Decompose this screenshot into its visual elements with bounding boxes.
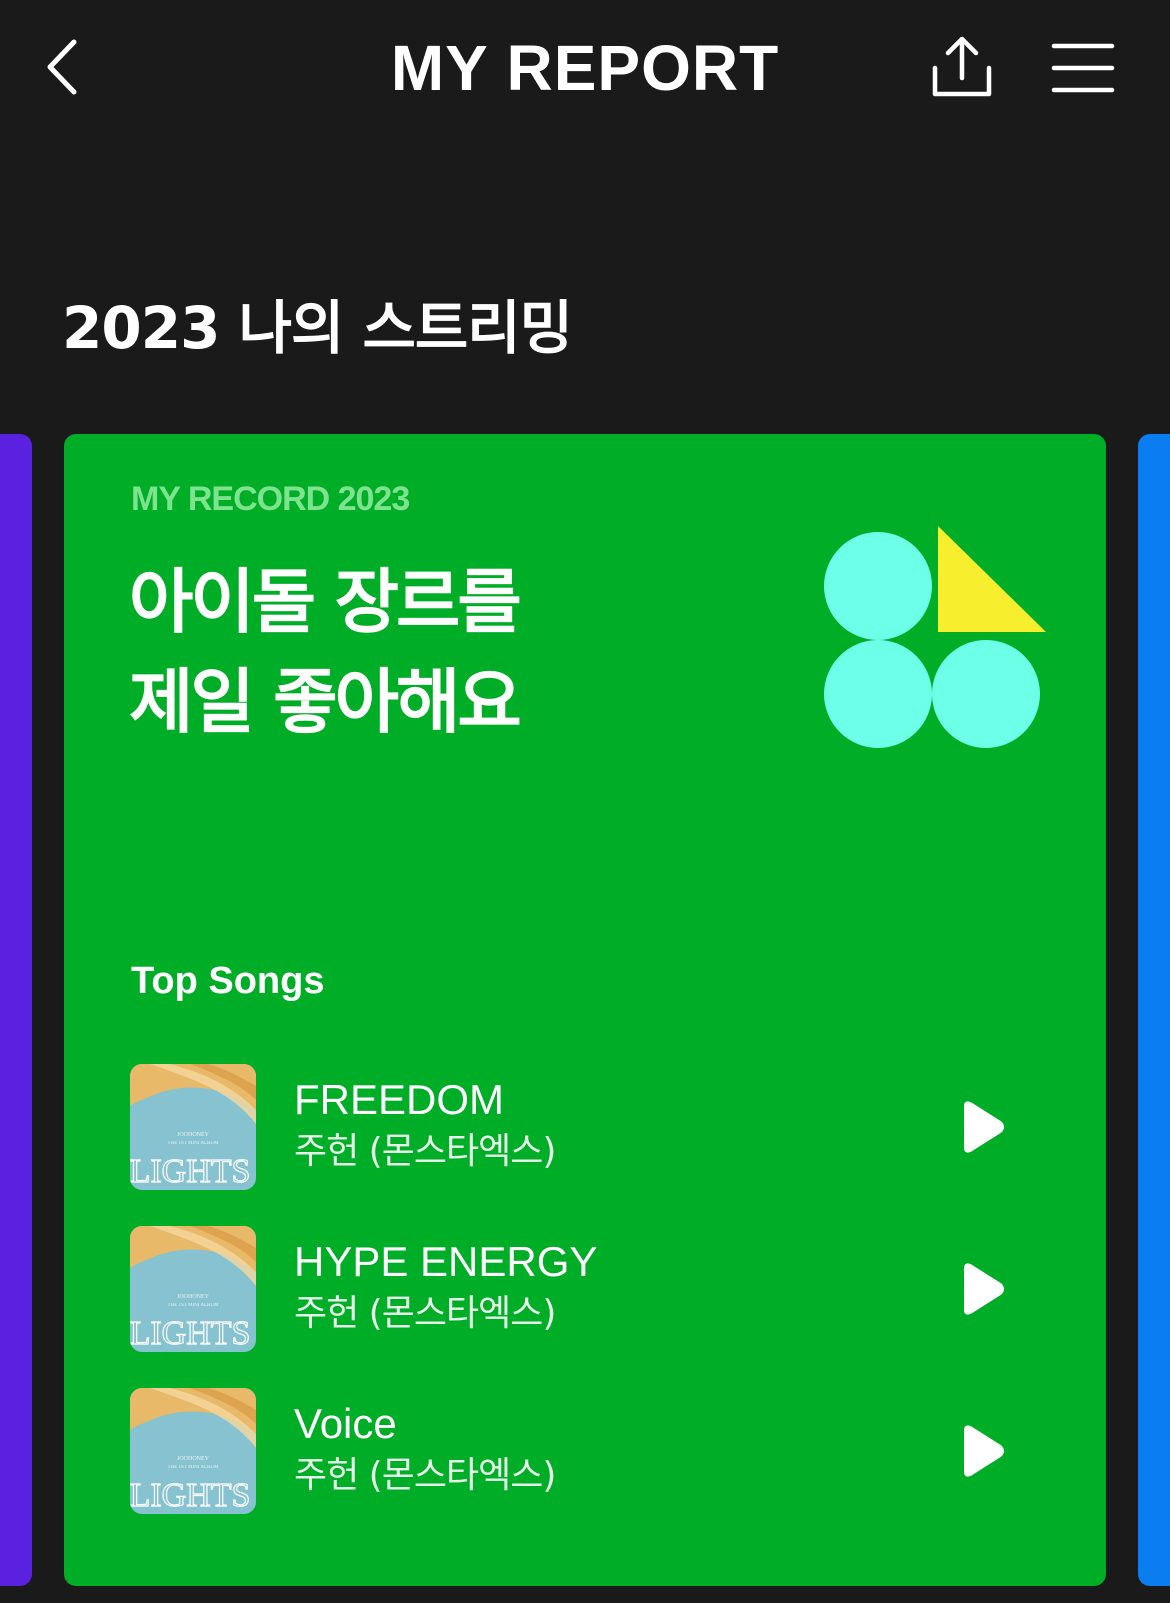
play-button[interactable] [952, 1260, 1010, 1318]
share-icon [932, 36, 992, 97]
song-artist: 주헌 (몬스타엑스) [294, 1293, 556, 1334]
previous-report-card[interactable] [0, 434, 32, 1586]
song-title: Voice [294, 1400, 397, 1447]
song-row[interactable]: JOOHONEY THE 1ST MINI ALBUM LIGHTS Voice… [130, 1388, 1040, 1514]
album-art-text: LIGHTS [130, 1315, 250, 1352]
album-art: JOOHONEY THE 1ST MINI ALBUM LIGHTS [130, 1388, 256, 1514]
play-button[interactable] [952, 1098, 1010, 1156]
album-art: JOOHONEY THE 1ST MINI ALBUM LIGHTS [130, 1064, 256, 1190]
svg-text:JOOHONEY: JOOHONEY [177, 1132, 210, 1138]
svg-text:JOOHONEY: JOOHONEY [177, 1456, 210, 1462]
top-songs-title: Top Songs [131, 960, 325, 1002]
headline-line-2: 제일 좋아해요 [129, 661, 522, 743]
play-icon [964, 1425, 1004, 1477]
share-button[interactable] [930, 34, 994, 100]
page-title: MY REPORT [390, 32, 780, 104]
card-headline: 아이돌 장르를 제일 좋아해요 [129, 552, 522, 752]
record-label: MY RECORD 2023 [131, 480, 410, 518]
headline-line-1: 아이돌 장르를 [129, 561, 522, 643]
report-card[interactable]: MY RECORD 2023 아이돌 장르를 제일 좋아해요 Top Songs… [64, 434, 1106, 1586]
play-button[interactable] [952, 1422, 1010, 1480]
hamburger-menu-icon [1051, 43, 1115, 93]
song-title: HYPE ENERGY [294, 1238, 598, 1285]
svg-text:THE 1ST MINI ALBUM: THE 1ST MINI ALBUM [168, 1465, 219, 1470]
menu-button[interactable] [1050, 40, 1116, 96]
song-artist: 주헌 (몬스타엑스) [294, 1131, 556, 1172]
genre-shapes-icon [824, 526, 1046, 748]
play-icon [964, 1263, 1004, 1315]
song-title: FREEDOM [294, 1076, 504, 1123]
album-art-text: LIGHTS [130, 1477, 250, 1514]
svg-text:THE 1ST MINI ALBUM: THE 1ST MINI ALBUM [168, 1303, 219, 1308]
top-bar: MY REPORT [0, 0, 1170, 140]
album-art: JOOHONEY THE 1ST MINI ALBUM LIGHTS [130, 1226, 256, 1352]
song-row[interactable]: JOOHONEY THE 1ST MINI ALBUM LIGHTS FREED… [130, 1064, 1040, 1190]
song-row[interactable]: JOOHONEY THE 1ST MINI ALBUM LIGHTS HYPE … [130, 1226, 1040, 1352]
play-icon [964, 1101, 1004, 1153]
section-heading: 2023 나의 스트리밍 [62, 294, 573, 362]
song-artist: 주헌 (몬스타엑스) [294, 1455, 556, 1496]
album-art-text: LIGHTS [130, 1153, 250, 1190]
svg-text:THE 1ST MINI ALBUM: THE 1ST MINI ALBUM [168, 1141, 219, 1146]
next-report-card[interactable] [1138, 434, 1170, 1586]
svg-text:JOOHONEY: JOOHONEY [177, 1294, 210, 1300]
